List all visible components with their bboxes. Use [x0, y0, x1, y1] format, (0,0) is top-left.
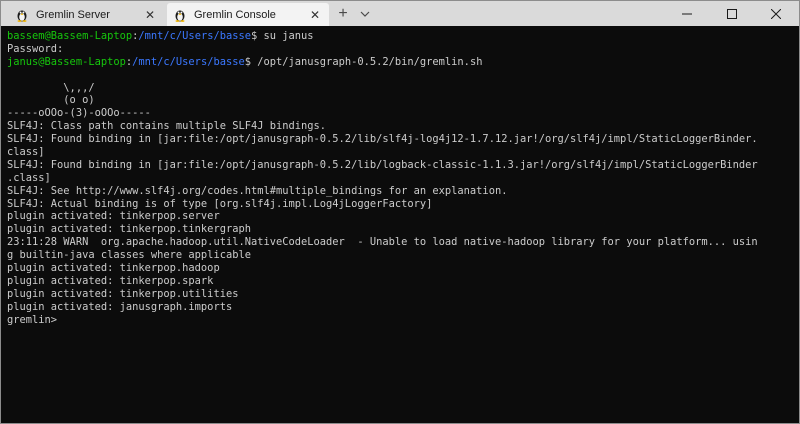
prompt-path: /mnt/c/Users/basse — [132, 55, 245, 68]
output-line: g builtin-java classes where applicable — [7, 249, 251, 262]
title-bar: Gremlin Server ✕ Gremlin Console ✕ + — [1, 1, 799, 26]
terminal-window: Gremlin Server ✕ Gremlin Console ✕ + bas… — [0, 0, 800, 424]
tux-icon — [15, 8, 29, 22]
maximize-button[interactable] — [710, 1, 754, 26]
prompt-line: janus@Bassem-Laptop:/mnt/c/Users/basse$ … — [7, 56, 799, 69]
output-line: SLF4J: Class path contains multiple SLF4… — [7, 120, 327, 133]
tab-gremlin-server[interactable]: Gremlin Server ✕ — [9, 3, 164, 26]
output-line: SLF4J: Actual binding is of type [org.sl… — [7, 197, 433, 210]
output-line: .class] — [7, 171, 51, 184]
output-line: class] — [7, 146, 45, 159]
output-line: (o o) — [7, 94, 95, 107]
prompt-user: janus@Bassem-Laptop — [7, 55, 126, 68]
tab-title: Gremlin Console — [194, 8, 276, 21]
prompt-line: bassem@Bassem-Laptop:/mnt/c/Users/basse$… — [7, 30, 799, 43]
output-line: -----oOOo-(3)-oOOo----- — [7, 107, 151, 120]
output-line: 23:11:28 WARN org.apache.hadoop.util.Nat… — [7, 236, 758, 249]
tab-gremlin-console[interactable]: Gremlin Console ✕ — [167, 3, 329, 26]
output-line: plugin activated: janusgraph.imports — [7, 300, 233, 313]
prompt-command: $ /opt/janusgraph-0.5.2/bin/gremlin.sh — [244, 55, 483, 68]
output-line: plugin activated: tinkerpop.hadoop — [7, 262, 220, 275]
close-button[interactable] — [754, 1, 798, 26]
output-line: plugin activated: tinkerpop.server — [7, 210, 220, 223]
close-tab-icon[interactable]: ✕ — [142, 7, 158, 23]
minimize-button[interactable] — [665, 1, 709, 26]
output-line: \,,,/ — [7, 81, 95, 94]
prompt-path: /mnt/c/Users/basse — [138, 30, 251, 42]
console-output: \,,,/ (o o) -----oOOo-(3)-oOOo----- SLF4J:… — [7, 69, 799, 327]
output-line: plugin activated: tinkerpop.tinkergraph — [7, 223, 251, 236]
new-tab-button[interactable]: + — [335, 5, 351, 23]
output-line: SLF4J: Found binding in [jar:file:/opt/j… — [7, 158, 758, 171]
output-line: gremlin> — [7, 313, 58, 326]
tab-title: Gremlin Server — [36, 8, 110, 21]
prompt-user: bassem@Bassem-Laptop — [7, 30, 133, 42]
output-line: SLF4J: Found binding in [jar:file:/opt/j… — [7, 133, 758, 146]
output-line: plugin activated: tinkerpop.spark — [7, 274, 214, 287]
prompt-command: $ su janus — [251, 30, 314, 42]
terminal-output[interactable]: bassem@Bassem-Laptop:/mnt/c/Users/basse$… — [1, 26, 799, 423]
output-line: SLF4J: See http://www.slf4j.org/codes.ht… — [7, 184, 508, 197]
close-tab-icon[interactable]: ✕ — [307, 7, 323, 23]
password-line: Password: — [7, 42, 64, 55]
output-line: plugin activated: tinkerpop.utilities — [7, 287, 239, 300]
chevron-down-icon[interactable] — [358, 7, 372, 21]
tux-icon — [173, 8, 187, 22]
